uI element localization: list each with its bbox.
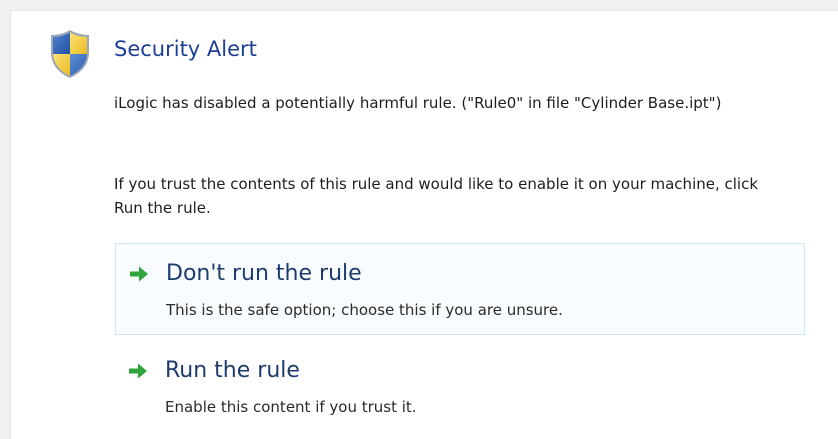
dialog-title: Security Alert [114, 37, 257, 61]
green-arrow-icon [129, 363, 147, 379]
green-arrow-icon [130, 266, 148, 282]
dont-run-rule-description: This is the safe option; choose this if … [166, 301, 563, 319]
security-alert-dialog: Security Alert iLogic has disabled a pot… [10, 10, 838, 439]
shield-icon [51, 30, 89, 78]
alert-message: iLogic has disabled a potentially harmfu… [114, 94, 722, 112]
run-rule-button[interactable]: Run the rule Enable this content if you … [115, 341, 805, 433]
run-rule-label: Run the rule [165, 358, 300, 383]
run-rule-description: Enable this content if you trust it. [165, 398, 417, 416]
alert-instruction: If you trust the contents of this rule a… [114, 175, 759, 217]
dont-run-rule-label: Don't run the rule [166, 261, 362, 286]
dont-run-rule-button[interactable]: Don't run the rule This is the safe opti… [115, 243, 805, 335]
